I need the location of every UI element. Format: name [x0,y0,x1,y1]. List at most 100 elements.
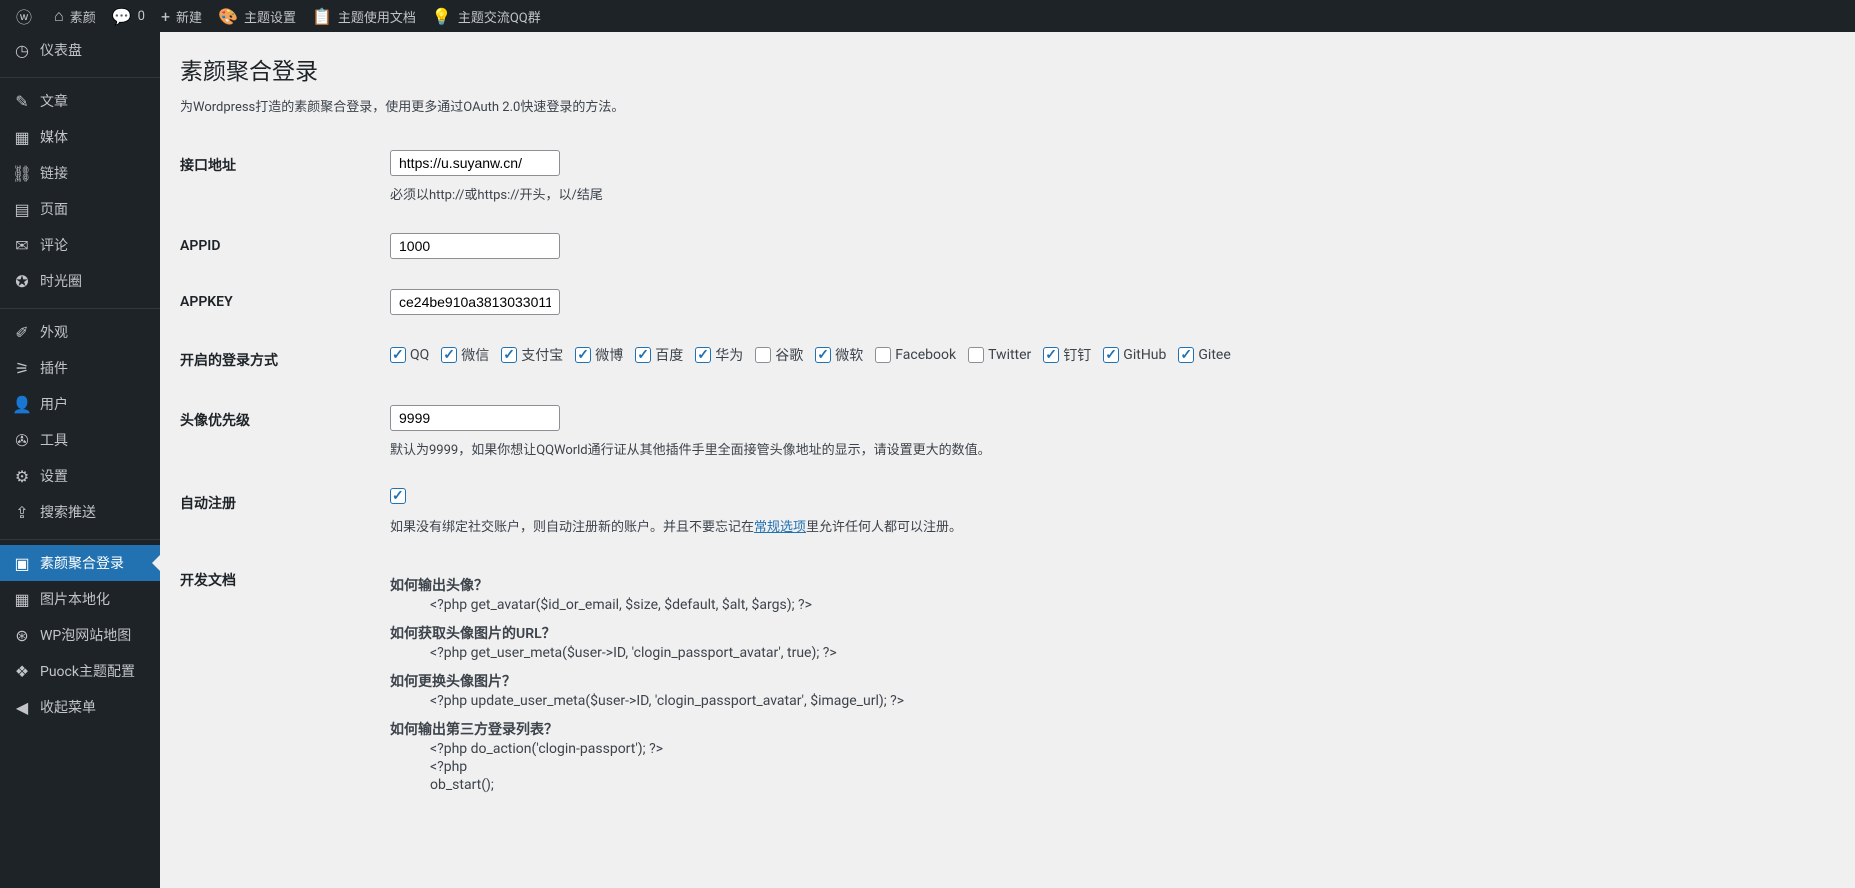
doc-question: 如何输出第三方登录列表？ [390,719,1825,739]
login-method-华为[interactable]: 华为 [695,345,743,365]
sidebar-item-comments[interactable]: ✉ 评论 [0,227,160,263]
doc-icon: 📋 [312,7,332,26]
appearance-icon: ✐ [12,323,32,342]
login-method-checkbox[interactable] [815,347,831,363]
login-method-label: 钉钉 [1063,345,1091,365]
sidebar-item-users[interactable]: 👤 用户 [0,386,160,422]
login-method-label: 华为 [715,345,743,365]
sidebar-item-label: 用户 [40,394,68,414]
comments-icon: ✉ [12,236,32,255]
sidebar-item-suyan-login[interactable]: ▣ 素颜聚合登录 [0,545,160,581]
login-method-checkbox[interactable] [635,347,651,363]
sidebar-item-label: 收起菜单 [40,697,96,717]
home-icon: ⌂ [54,6,64,26]
media-icon: ▦ [12,128,32,147]
seo-push-icon: ⇪ [12,503,32,522]
login-method-label: 微信 [461,345,489,365]
login-method-微信[interactable]: 微信 [441,345,489,365]
api-url-hint: 必须以http://或https://开头，以/结尾 [390,184,1825,203]
sidebar-item-timeline[interactable]: ✪时光圈 [0,263,160,299]
sidebar-item-puock-theme[interactable]: ❖Puock主题配置 [0,653,160,689]
avatar-priority-input[interactable] [390,405,560,431]
new-label: 新建 [176,7,202,26]
collapse-icon: ◀ [12,698,32,717]
sidebar-item-img-local[interactable]: ▦图片本地化 [0,581,160,617]
bulb-icon: 💡 [432,7,452,26]
comments-link[interactable]: 💬0 [104,0,153,32]
login-method-Gitee[interactable]: Gitee [1178,347,1230,363]
page-title: 素颜聚合登录 [180,52,1835,86]
login-method-label: Facebook [895,347,956,363]
sidebar-item-label: 图片本地化 [40,589,110,609]
sidebar-item-label: 页面 [40,199,68,219]
login-method-checkbox[interactable] [1043,347,1059,363]
sidebar-item-settings[interactable]: ⚙设置 [0,458,160,494]
login-method-checkbox[interactable] [390,347,406,363]
login-method-微博[interactable]: 微博 [575,345,623,365]
login-method-checkbox[interactable] [1103,347,1119,363]
login-method-checkbox[interactable] [1178,347,1194,363]
sidebar-item-seo-push[interactable]: ⇪搜索推送 [0,494,160,530]
sidebar-item-label: 素颜聚合登录 [40,553,124,573]
login-method-checkbox[interactable] [968,347,984,363]
theme-doc-label: 主题使用文档 [338,7,416,26]
auto-register-checkbox[interactable] [390,488,406,504]
login-method-checkbox[interactable] [441,347,457,363]
login-method-Facebook[interactable]: Facebook [875,347,956,363]
appkey-label: APPKEY [180,274,380,330]
login-method-GitHub[interactable]: GitHub [1103,347,1166,363]
login-method-checkbox[interactable] [695,347,711,363]
qq-group-link[interactable]: 💡主题交流QQ群 [424,0,549,32]
wp-logo[interactable]: ⓦ [8,0,46,32]
general-options-link[interactable]: 常规选项 [754,520,806,535]
pages-icon: ▤ [12,200,32,219]
sidebar-item-links[interactable]: ⛓链接 [0,155,160,191]
appid-input[interactable] [390,233,560,259]
login-method-checkbox[interactable] [755,347,771,363]
sidebar-item-wp-pano[interactable]: ⊛WP泡网站地图 [0,617,160,653]
login-method-微软[interactable]: 微软 [815,345,863,365]
login-method-钉钉[interactable]: 钉钉 [1043,345,1091,365]
sidebar-item-posts[interactable]: ✎文章 [0,83,160,119]
new-content-link[interactable]: + 新建 [153,0,210,32]
wp-pano-icon: ⊛ [12,626,32,645]
suyan-login-icon: ▣ [12,554,32,573]
dev-doc-list: 如何输出头像？<?php get_avatar($id_or_email, $s… [390,575,1825,793]
avatar-priority-hint: 默认为9999，如果你想让QQWorld通行证从其他插件手里全面接管头像地址的显… [390,439,1825,458]
login-method-Twitter[interactable]: Twitter [968,347,1031,363]
sidebar-item-dashboard[interactable]: ◷仪表盘 [0,32,160,68]
paint-icon: 🎨 [218,7,238,26]
login-method-label: Twitter [988,347,1031,363]
login-method-checkbox[interactable] [875,347,891,363]
theme-settings-link[interactable]: 🎨主题设置 [210,0,304,32]
site-name-link[interactable]: ⌂素颜 [46,0,104,32]
sidebar-item-media[interactable]: ▦ 媒体 [0,119,160,155]
api-url-input[interactable] [390,150,560,176]
avatar-priority-label: 头像优先级 [180,390,380,473]
sidebar-item-label: 媒体 [40,127,68,147]
login-method-支付宝[interactable]: 支付宝 [501,345,563,365]
sidebar-item-tools[interactable]: ✇工具 [0,422,160,458]
appkey-input[interactable] [390,289,560,315]
login-method-QQ[interactable]: QQ [390,347,429,363]
sidebar-item-appearance[interactable]: ✐ 外观 [0,314,160,350]
users-icon: 👤 [12,395,32,414]
login-method-谷歌[interactable]: 谷歌 [755,345,803,365]
sidebar-item-pages[interactable]: ▤ 页面 [0,191,160,227]
doc-question: 如何获取头像图片的URL？ [390,623,1825,643]
login-method-label: 支付宝 [521,345,563,365]
sidebar-item-label: 外观 [40,322,68,342]
page-subtitle: 为Wordpress打造的素颜聚合登录，使用更多通过OAuth 2.0快速登录的… [180,96,1835,115]
login-method-checkbox[interactable] [501,347,517,363]
sidebar-item-label: 链接 [40,163,68,183]
sidebar-item-label: 评论 [40,235,68,255]
appid-label: APPID [180,218,380,274]
sidebar-item-label: 设置 [40,466,68,486]
sidebar-item-collapse[interactable]: ◀ 收起菜单 [0,689,160,725]
login-method-checkbox[interactable] [575,347,591,363]
sidebar-item-plugins[interactable]: ⚞插件 [0,350,160,386]
login-method-百度[interactable]: 百度 [635,345,683,365]
theme-doc-link[interactable]: 📋 主题使用文档 [304,0,424,32]
plus-icon: + [161,7,170,26]
dev-doc-label: 开发文档 [180,550,380,808]
